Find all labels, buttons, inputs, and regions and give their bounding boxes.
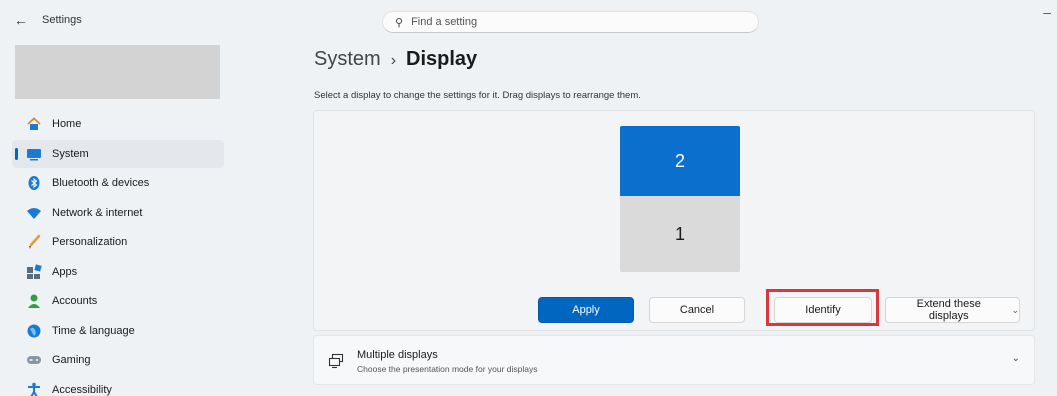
sidebar-item-label: Time & language [52,324,135,337]
apply-button[interactable]: Apply [538,297,634,323]
chevron-down-icon: ⌄ [1011,304,1019,315]
monitor-2-tile[interactable]: 2 [620,126,740,196]
sidebar-item-label: Accessibility [52,383,112,396]
globe-icon [26,323,42,339]
multiple-displays-card[interactable]: Multiple displays Choose the presentatio… [313,335,1035,385]
sidebar-item-home[interactable]: Home [12,110,224,138]
sidebar-item-label: System [52,147,89,160]
breadcrumb-parent[interactable]: System [314,48,381,70]
sidebar-item-label: Network & internet [52,206,143,219]
home-icon [26,116,42,132]
sidebar-item-network[interactable]: Network & internet [12,199,224,227]
sidebar-item-label: Personalization [52,236,128,248]
sidebar-item-time-language[interactable]: Time & language [12,317,224,345]
search-input[interactable] [411,16,712,28]
sidebar-item-label: Gaming [52,354,91,366]
system-icon [26,146,42,162]
minimize-button[interactable]: – [1043,4,1051,20]
accessibility-icon [26,382,42,396]
breadcrumb-separator: › [390,52,397,69]
sidebar-item-label: Bluetooth & devices [52,177,150,189]
apps-icon [26,263,42,280]
display-arrangement-panel: 2 1 Apply Cancel Identify Extend these d… [313,110,1035,331]
sidebar: Home System Bluetooth & devices Network … [12,110,224,396]
monitor-number: 2 [674,150,685,171]
display-instruction: Select a display to change the settings … [314,90,641,101]
gamepad-icon [26,352,42,368]
sidebar-item-bluetooth[interactable]: Bluetooth & devices [12,169,224,197]
wifi-icon [26,205,42,221]
app-title: Settings [42,14,82,26]
accounts-icon [26,293,42,309]
sidebar-item-personalization[interactable]: Personalization [12,228,224,256]
search-box[interactable]: ⚲ [382,11,759,33]
sidebar-item-gaming[interactable]: Gaming [12,346,224,374]
sidebar-item-apps[interactable]: Apps [12,258,224,286]
breadcrumb: System › Display [314,48,477,71]
extend-displays-dropdown[interactable]: Extend these displays ⌄ [885,297,1020,323]
active-indicator [15,147,18,160]
monitor-1-tile[interactable]: 1 [620,196,740,272]
chevron-down-icon[interactable]: ⌄ [1012,353,1020,364]
sidebar-item-label: Home [52,118,82,130]
sidebar-item-system[interactable]: System [12,139,224,168]
monitor-number: 1 [674,223,685,244]
identify-button[interactable]: Identify [774,297,872,323]
dropdown-selected-value: Extend these displays [916,298,981,322]
sidebar-item-accessibility[interactable]: Accessibility [12,376,224,396]
cancel-button[interactable]: Cancel [649,297,745,323]
page-title: Display [406,48,478,70]
sidebar-item-label: Accounts [52,295,98,307]
sidebar-item-label: Apps [52,265,78,278]
back-arrow-icon[interactable]: ← [14,12,30,28]
brush-icon [26,234,42,250]
multiple-displays-title: Multiple displays [357,349,438,361]
sidebar-item-accounts[interactable]: Accounts [12,287,224,315]
search-icon: ⚲ [395,16,404,29]
multiple-displays-icon [328,353,344,369]
bluetooth-icon [26,175,42,191]
account-card[interactable] [15,45,220,99]
multiple-displays-subtitle: Choose the presentation mode for your di… [357,364,538,374]
